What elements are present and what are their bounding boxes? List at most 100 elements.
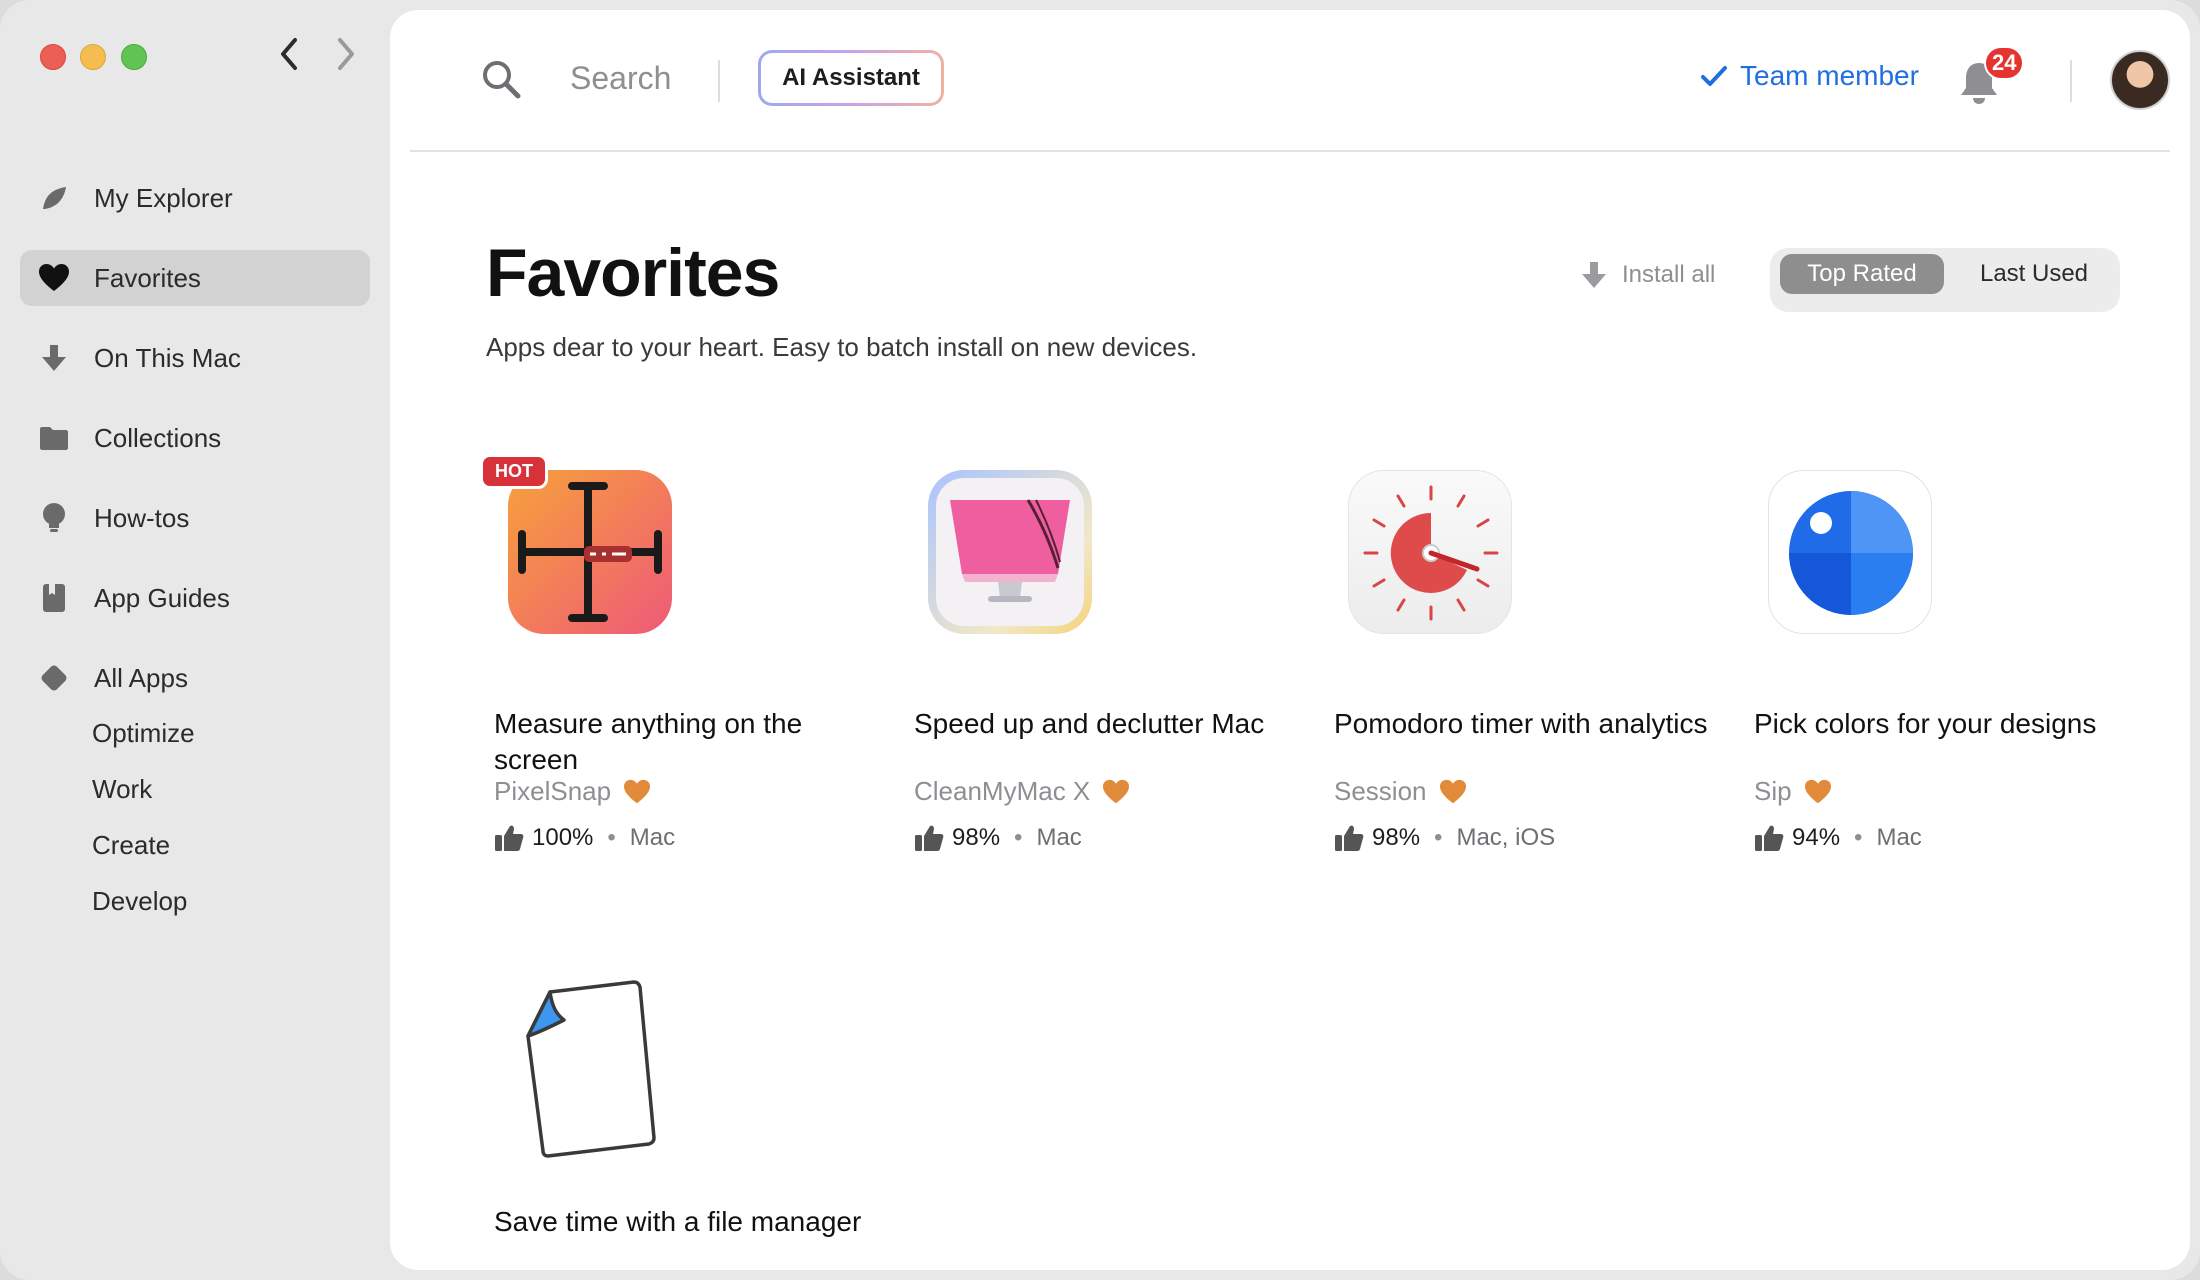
sidebar-subitem-create[interactable]: Create <box>92 830 170 861</box>
sidebar-item-label: App Guides <box>94 582 230 613</box>
search-input[interactable]: Search <box>570 60 671 97</box>
divider <box>2070 60 2072 102</box>
team-member-link[interactable]: Team member <box>1700 60 1919 92</box>
sidebar-item-how-tos[interactable]: How-tos <box>20 490 370 546</box>
sidebar-item-label: Favorites <box>94 262 201 293</box>
book-icon <box>36 580 72 616</box>
app-name-row: Session <box>1334 776 1467 807</box>
app-rating: 94% <box>1792 824 1841 851</box>
main-panel: Search AI Assistant Team member 24 Favor… <box>390 10 2190 1270</box>
app-name-row: PixelSnap <box>494 776 651 807</box>
app-card[interactable]: Save time with a file manager <box>494 970 874 1270</box>
app-name: Sip <box>1754 776 1792 806</box>
download-arrow-icon <box>36 340 72 376</box>
separator-dot: • <box>1854 824 1863 851</box>
sidebar-item-favorites[interactable]: Favorites <box>20 250 370 306</box>
heart-icon <box>36 260 72 296</box>
color-picker-icon <box>1768 470 1932 634</box>
separator-dot: • <box>607 824 616 851</box>
sidebar-item-label: My Explorer <box>94 182 233 213</box>
divider <box>718 60 720 102</box>
app-card[interactable]: Speed up and declutter Mac CleanMyMac X … <box>914 470 1294 890</box>
app-title: Save time with a file manager <box>494 1206 862 1237</box>
app-name: PixelSnap <box>494 776 612 806</box>
sidebar-item-app-guides[interactable]: App Guides <box>20 570 370 626</box>
sidebar-subitem-work[interactable]: Work <box>92 774 152 805</box>
lightbulb-icon <box>36 500 72 536</box>
thumbs-up-icon <box>1755 825 1784 851</box>
sort-segmented-control: Top Rated Last Used <box>1770 248 2120 312</box>
sort-last-used[interactable]: Last Used <box>1954 254 2114 294</box>
page-title: Favorites <box>486 235 780 311</box>
sidebar-item-my-explorer[interactable]: My Explorer <box>20 170 370 226</box>
sidebar-item-label: Collections <box>94 422 222 453</box>
app-title: Pick colors for your designs <box>1754 708 2097 739</box>
ruler-crosshair-icon <box>508 470 672 634</box>
thumbs-up-icon <box>495 825 524 851</box>
file-page-icon <box>508 970 672 1158</box>
diamond-icon <box>36 660 72 696</box>
install-all-button[interactable]: Install all <box>1580 260 1715 290</box>
app-platforms: Mac <box>1036 824 1082 851</box>
top-bar: Search AI Assistant Team member 24 <box>410 10 2170 152</box>
thumbs-up-icon <box>1335 825 1364 851</box>
folder-icon <box>36 420 72 456</box>
app-card[interactable]: Pomodoro timer with analytics Session 98… <box>1334 470 1714 890</box>
sidebar: My Explorer Favorites On This Mac Collec… <box>0 0 390 1280</box>
thumbs-up-icon <box>915 825 944 851</box>
sidebar-item-on-this-mac[interactable]: On This Mac <box>20 330 370 386</box>
app-rating: 100% <box>532 824 594 851</box>
app-name-row: Sip <box>1754 776 1832 807</box>
ai-assistant-label: AI Assistant <box>761 53 941 103</box>
sidebar-item-label: All Apps <box>94 662 188 693</box>
app-title: Measure anything on the screen <box>494 708 803 775</box>
heart-icon[interactable] <box>623 779 651 805</box>
app-name-row: CleanMyMac X <box>914 776 1130 807</box>
app-stats: 98% • Mac, iOS <box>1334 824 1555 852</box>
app-stats: 98% • Mac <box>914 824 1082 852</box>
app-rating: 98% <box>952 824 1001 851</box>
heart-icon[interactable] <box>1439 779 1467 805</box>
separator-dot: • <box>1014 824 1023 851</box>
heart-icon[interactable] <box>1102 779 1130 805</box>
sidebar-item-label: How-tos <box>94 502 190 533</box>
app-window: My Explorer Favorites On This Mac Collec… <box>0 0 2200 1280</box>
sidebar-item-label: On This Mac <box>94 342 241 373</box>
separator-dot: • <box>1434 824 1443 851</box>
app-card[interactable]: HOT Measure anything on the screen Pixel… <box>480 454 874 890</box>
imac-broom-icon <box>928 470 1092 634</box>
app-title: Pomodoro timer with analytics <box>1334 708 1708 739</box>
app-stats: 100% • Mac <box>494 824 675 852</box>
page-subtitle: Apps dear to your heart. Easy to batch i… <box>486 332 1198 362</box>
app-platforms: Mac, iOS <box>1456 824 1556 851</box>
sidebar-subitem-develop[interactable]: Develop <box>92 886 187 917</box>
app-stats: 94% • Mac <box>1754 824 1922 852</box>
app-card[interactable]: Pick colors for your designs Sip 94% • M… <box>1754 470 2134 890</box>
ai-assistant-button[interactable]: AI Assistant <box>758 50 944 106</box>
heart-icon[interactable] <box>1804 779 1832 805</box>
avatar[interactable] <box>2110 50 2170 110</box>
leaf-icon <box>36 180 72 216</box>
install-all-label: Install all <box>1622 261 1716 288</box>
sidebar-subitem-optimize[interactable]: Optimize <box>92 718 195 749</box>
app-title: Speed up and declutter Mac <box>914 708 1265 739</box>
search-icon[interactable] <box>480 58 522 100</box>
app-name: Session <box>1334 776 1427 806</box>
sort-top-rated[interactable]: Top Rated <box>1780 254 1944 294</box>
zoom-window-button[interactable] <box>121 44 147 70</box>
app-platforms: Mac <box>629 824 676 851</box>
app-rating: 98% <box>1372 824 1421 851</box>
app-platforms: Mac <box>1876 824 1922 851</box>
timer-icon <box>1348 470 1512 634</box>
forward-arrow-icon[interactable] <box>330 36 360 72</box>
checkmark-icon <box>1701 66 1727 86</box>
minimize-window-button[interactable] <box>80 44 106 70</box>
back-arrow-icon[interactable] <box>275 36 305 72</box>
sidebar-item-all-apps[interactable]: All Apps <box>20 650 370 706</box>
close-window-button[interactable] <box>40 44 66 70</box>
download-arrow-icon <box>1582 262 1606 288</box>
sidebar-item-collections[interactable]: Collections <box>20 410 370 466</box>
team-member-label: Team member <box>1740 60 1919 91</box>
hot-badge: HOT <box>480 454 548 489</box>
notification-badge: 24 <box>1984 46 2025 80</box>
